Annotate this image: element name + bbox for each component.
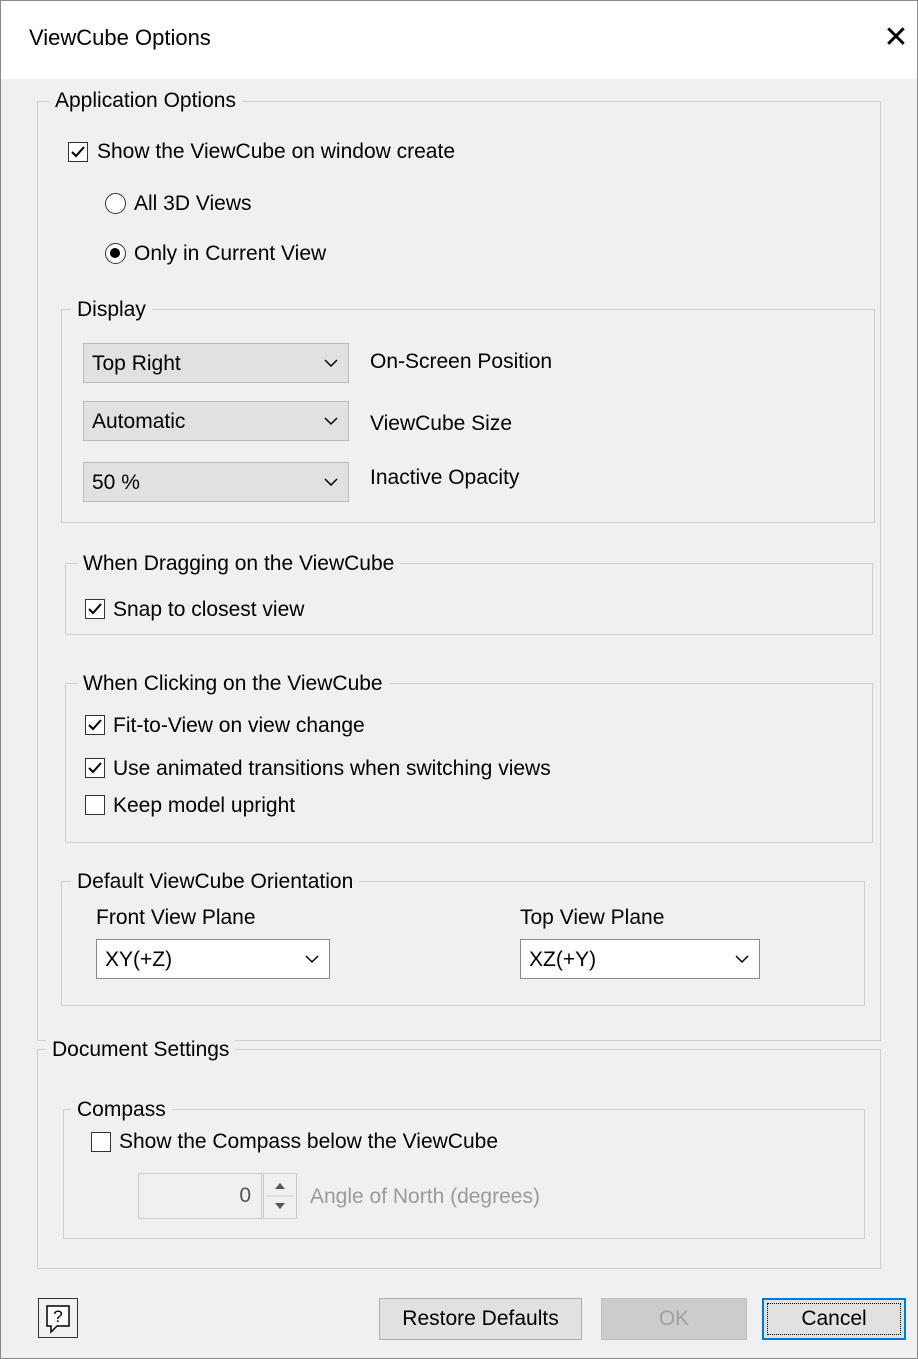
cancel-button[interactable]: Cancel [762, 1298, 906, 1340]
radio-all-3d-views[interactable] [105, 193, 126, 214]
ok-button[interactable]: OK [601, 1298, 747, 1340]
keep-upright-label: Keep model upright [113, 794, 296, 817]
top-view-plane-value: XZ(+Y) [529, 948, 597, 971]
help-button[interactable]: ? [38, 1298, 78, 1338]
show-compass-checkbox[interactable] [91, 1132, 111, 1152]
animated-transitions-checkbox[interactable] [85, 758, 105, 778]
show-viewcube-checkbox[interactable] [68, 142, 88, 162]
front-view-plane-label: Front View Plane [96, 906, 256, 929]
front-view-plane-dropdown[interactable]: XY(+Z) [96, 939, 330, 979]
size-dropdown-value: Automatic [92, 410, 186, 433]
chevron-down-icon [324, 417, 338, 426]
radio-only-current-view[interactable] [105, 243, 126, 264]
position-dropdown-value: Top Right [92, 352, 181, 375]
checkmark-icon [71, 146, 85, 158]
show-compass-label: Show the Compass below the ViewCube [119, 1130, 498, 1153]
top-view-plane-dropdown[interactable]: XZ(+Y) [520, 939, 760, 979]
opacity-dropdown[interactable]: 50 % [83, 462, 349, 502]
restore-defaults-button[interactable]: Restore Defaults [379, 1298, 582, 1340]
position-dropdown[interactable]: Top Right [83, 343, 349, 383]
opacity-label: Inactive Opacity [370, 466, 520, 489]
help-icon: ? [46, 1305, 70, 1334]
radio-selected-dot [110, 248, 120, 258]
chevron-down-icon [324, 359, 338, 368]
fit-to-view-checkbox[interactable] [85, 715, 105, 735]
spinner-arrows-icon [267, 1183, 293, 1209]
size-dropdown[interactable]: Automatic [83, 401, 349, 441]
angle-of-north-label: Angle of North (degrees) [310, 1185, 540, 1208]
chevron-down-icon [735, 955, 749, 964]
clicking-legend: When Clicking on the ViewCube [77, 672, 389, 696]
keep-upright-checkbox[interactable] [85, 795, 105, 815]
fit-to-view-label: Fit-to-View on view change [113, 714, 365, 737]
chevron-down-icon [305, 955, 319, 964]
opacity-dropdown-value: 50 % [92, 471, 140, 494]
chevron-down-icon [324, 478, 338, 487]
checkmark-icon [88, 603, 102, 615]
compass-legend: Compass [71, 1098, 172, 1122]
angle-of-north-input[interactable]: 0 [138, 1173, 262, 1219]
animated-transitions-label: Use animated transitions when switching … [113, 757, 551, 780]
orientation-legend: Default ViewCube Orientation [71, 870, 360, 894]
show-viewcube-label: Show the ViewCube on window create [97, 140, 455, 163]
display-legend: Display [71, 298, 152, 322]
size-label: ViewCube Size [370, 412, 513, 435]
snap-checkbox[interactable] [85, 599, 105, 619]
application-options-legend: Application Options [49, 89, 242, 113]
front-view-plane-value: XY(+Z) [105, 948, 173, 971]
dialog-title: ViewCube Options [29, 25, 211, 50]
title-bar: ViewCube Options ✕ [1, 1, 917, 79]
close-icon[interactable]: ✕ [881, 23, 911, 53]
top-view-plane-label: Top View Plane [520, 906, 665, 929]
snap-label: Snap to closest view [113, 598, 305, 621]
checkmark-icon [88, 762, 102, 774]
radio-all-3d-views-label: All 3D Views [134, 192, 252, 215]
angle-of-north-value: 0 [239, 1184, 251, 1207]
svg-text:?: ? [53, 1307, 62, 1326]
radio-only-current-view-label: Only in Current View [134, 242, 327, 265]
document-settings-legend: Document Settings [46, 1038, 236, 1062]
checkmark-icon [88, 719, 102, 731]
focus-rectangle [767, 1303, 901, 1335]
position-label: On-Screen Position [370, 350, 553, 373]
dragging-legend: When Dragging on the ViewCube [77, 552, 401, 576]
angle-spinner[interactable] [263, 1173, 297, 1219]
viewcube-options-dialog: ViewCube Options ✕ Application Options S… [0, 0, 918, 1359]
